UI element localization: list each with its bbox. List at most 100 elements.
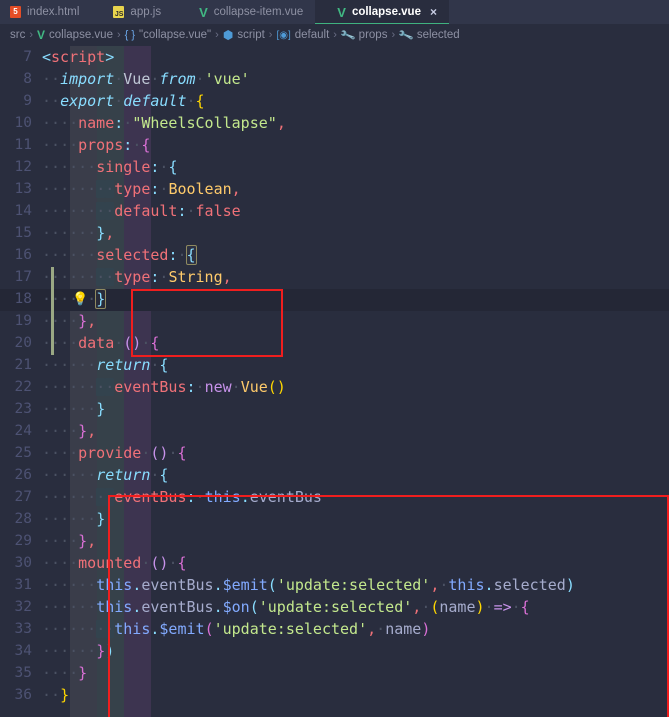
breadcrumb-item-object[interactable]: { } "collapse.vue" <box>125 29 212 41</box>
code-line[interactable]: 10 ····name:·"WheelsCollapse", <box>0 112 669 134</box>
line-number: 33 <box>14 621 32 637</box>
code-line[interactable]: 12 ······single:·{ <box>0 156 669 178</box>
code-line[interactable]: 30 ····mounted·()·{ <box>0 552 669 574</box>
code-line[interactable]: 34 ······}) <box>0 640 669 662</box>
line-number: 7 <box>23 49 32 65</box>
close-icon[interactable]: × <box>430 5 437 19</box>
tab-label: collapse-item.vue <box>213 6 304 18</box>
breadcrumb-item-props[interactable]: 🔧 props <box>339 27 388 44</box>
code-line[interactable]: 19 ····}, <box>0 310 669 332</box>
code-line[interactable]: 27 ········eventBus:·this.eventBus <box>0 486 669 508</box>
code-editor[interactable]: 💡 7 <script> 8 ··import·Vue·from·'vue' 9… <box>0 46 669 717</box>
code-line[interactable]: 26 ······return·{ <box>0 464 669 486</box>
line-number: 22 <box>14 379 32 395</box>
breadcrumb: src › V collapse.vue › { } "collapse.vue… <box>0 24 669 46</box>
code-line[interactable]: 7 <script> <box>0 46 669 68</box>
line-content: ········default:·false <box>42 202 241 220</box>
line-content: ····props:·{ <box>42 136 151 154</box>
line-content: ····provide·()·{ <box>42 444 187 462</box>
breadcrumb-label: selected <box>416 29 460 41</box>
line-number: 32 <box>14 599 32 615</box>
line-content: ······} <box>42 400 106 418</box>
html5-icon: 5 <box>10 6 21 18</box>
lightbulb-icon[interactable]: 💡 <box>72 293 88 306</box>
tab-label: collapse.vue <box>351 6 421 18</box>
tab-collapse-vue[interactable]: V collapse.vue × <box>315 0 449 24</box>
breadcrumb-separator: › <box>268 29 273 41</box>
line-number: 15 <box>14 225 32 241</box>
line-number: 28 <box>14 511 32 527</box>
line-number: 25 <box>14 445 32 461</box>
line-content: ····}, <box>42 422 97 440</box>
code-line[interactable]: 31 ······this.eventBus.$emit('update:sel… <box>0 574 669 596</box>
code-line[interactable]: 18 ······} <box>0 288 669 310</box>
code-line[interactable]: 17 ········type:·String, <box>0 266 669 288</box>
line-number: 20 <box>14 335 32 351</box>
tab-collapse-item-vue[interactable]: V collapse-item.vue <box>173 0 316 24</box>
breadcrumb-separator: › <box>29 29 34 41</box>
line-number: 14 <box>14 203 32 219</box>
code-line[interactable]: 21 ······return·{ <box>0 354 669 376</box>
code-line[interactable]: 22 ········eventBus:·new·Vue() <box>0 376 669 398</box>
breadcrumb-item-selected[interactable]: 🔧 selected <box>397 27 460 44</box>
property-icon: 🔧 <box>339 27 357 44</box>
line-content: ······} <box>42 510 106 528</box>
code-line[interactable]: 36 ··} <box>0 684 669 706</box>
property-icon: 🔧 <box>397 27 415 44</box>
code-line[interactable]: 8 ··import·Vue·from·'vue' <box>0 68 669 90</box>
line-number: 12 <box>14 159 32 175</box>
code-line[interactable]: 29 ····}, <box>0 530 669 552</box>
code-line[interactable]: 24 ····}, <box>0 420 669 442</box>
breadcrumb-label: script <box>237 29 265 41</box>
line-content: ····mounted·()·{ <box>42 554 187 572</box>
breadcrumb-item-src[interactable]: src <box>10 29 25 41</box>
code-line[interactable]: 15 ······}, <box>0 222 669 244</box>
javascript-icon: JS <box>113 6 125 18</box>
breadcrumb-item-script[interactable]: ⬢ script <box>223 28 265 42</box>
code-line[interactable]: 9 ··export·default·{ <box>0 90 669 112</box>
line-content: ··} <box>42 686 70 704</box>
code-line[interactable]: 11 ····props:·{ <box>0 134 669 156</box>
line-number: 19 <box>14 313 32 329</box>
line-number: 27 <box>14 489 32 505</box>
code-line[interactable]: 32 ······this.eventBus.$on('update:selec… <box>0 596 669 618</box>
line-content: ····}, <box>42 532 97 550</box>
line-number: 18 <box>14 291 32 307</box>
code-line[interactable]: 13 ········type:·Boolean, <box>0 178 669 200</box>
code-line[interactable]: 35 ····} <box>0 662 669 684</box>
breadcrumb-item-collapse-vue[interactable]: V collapse.vue <box>37 28 113 42</box>
export-icon: [◉] <box>276 29 291 41</box>
line-content: ······return·{ <box>42 356 169 374</box>
object-icon: { } <box>124 29 136 41</box>
code-line[interactable]: 23 ······} <box>0 398 669 420</box>
breadcrumb-separator: › <box>391 29 396 41</box>
breadcrumb-label: "collapse.vue" <box>139 29 212 41</box>
line-number: 34 <box>14 643 32 659</box>
tab-index-html[interactable]: 5 index.html <box>0 0 92 24</box>
breadcrumb-label: collapse.vue <box>49 29 113 41</box>
line-number: 23 <box>14 401 32 417</box>
breadcrumb-label: props <box>358 29 388 41</box>
line-content: <script> <box>42 48 115 66</box>
breadcrumb-label: default <box>294 29 330 41</box>
line-content: ········eventBus:·this.eventBus <box>42 488 322 506</box>
tab-app-js[interactable]: JS app.js <box>91 0 174 24</box>
code-line[interactable]: 25 ····provide·()·{ <box>0 442 669 464</box>
tab-label: index.html <box>27 6 80 18</box>
code-line[interactable]: 14 ········default:·false <box>0 200 669 222</box>
code-line[interactable]: 20 ····data·()·{ <box>0 332 669 354</box>
editor-tab-bar: 5 index.html JS app.js V collapse-item.v… <box>0 0 669 24</box>
line-number: 8 <box>23 71 32 87</box>
line-content: ········type:·Boolean, <box>42 180 241 198</box>
line-number: 17 <box>14 269 32 285</box>
code-line[interactable]: 28 ······} <box>0 508 669 530</box>
line-content: ··export·default·{ <box>42 92 205 110</box>
line-content: ······} <box>42 289 107 309</box>
line-content: ····name:·"WheelsCollapse", <box>42 114 286 132</box>
code-line[interactable]: 33 ········this.$emit('update:selected',… <box>0 618 669 640</box>
breadcrumb-item-default[interactable]: [◉] default <box>276 29 329 41</box>
code-line[interactable]: 16 ······selected:·{ <box>0 244 669 266</box>
line-number: 30 <box>14 555 32 571</box>
line-content: ······selected:·{ <box>42 245 197 265</box>
line-number: 21 <box>14 357 32 373</box>
